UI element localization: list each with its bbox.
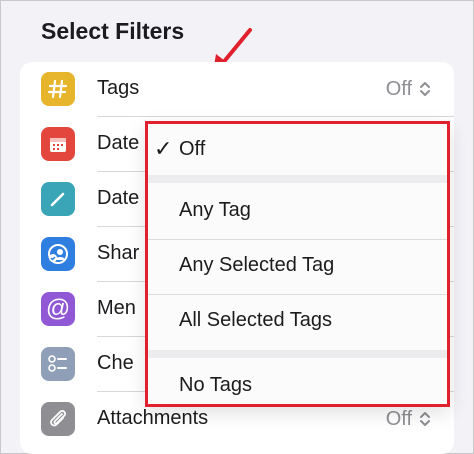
menu-item-label: Any Selected Tag	[179, 254, 335, 276]
calendar-icon	[41, 127, 75, 161]
checkmark-icon: ✓	[154, 136, 173, 161]
paperclip-icon	[41, 402, 75, 436]
filter-label: Che	[97, 352, 134, 374]
menu-item-label: All Selected Tags	[179, 309, 333, 331]
menu-item-any-tag[interactable]: Any Tag	[148, 185, 447, 240]
filter-row-tags[interactable]: Tags Off	[20, 62, 454, 117]
hashtag-icon	[41, 72, 75, 106]
pencil-icon	[41, 182, 75, 216]
menu-item-label: No Tags	[179, 374, 253, 396]
filter-label: Date	[97, 132, 140, 154]
menu-item-off[interactable]: ✓ Off	[148, 124, 447, 179]
menu-item-label: Off	[179, 138, 206, 160]
filter-label: Men	[97, 297, 136, 319]
filter-label: Tags	[97, 77, 140, 99]
tags-dropdown-menu: ✓ Off Any Tag Any Selected Tag All Selec…	[145, 121, 450, 407]
filter-value: Off	[385, 78, 412, 100]
filter-label: Date	[97, 187, 140, 209]
menu-item-all-selected-tags[interactable]: All Selected Tags	[148, 295, 447, 350]
chevron-up-down-icon	[420, 82, 430, 96]
filter-label: Shar	[97, 242, 140, 264]
menu-divider	[148, 350, 447, 358]
menu-divider	[148, 175, 447, 183]
menu-item-no-tags[interactable]: No Tags	[148, 360, 447, 415]
menu-item-any-selected-tag[interactable]: Any Selected Tag	[148, 240, 447, 295]
checklist-icon	[41, 347, 75, 381]
shared-people-icon	[41, 237, 75, 271]
menu-item-label: Any Tag	[179, 199, 251, 221]
at-sign-icon: @	[41, 292, 75, 326]
page-title: Select Filters	[41, 18, 185, 44]
